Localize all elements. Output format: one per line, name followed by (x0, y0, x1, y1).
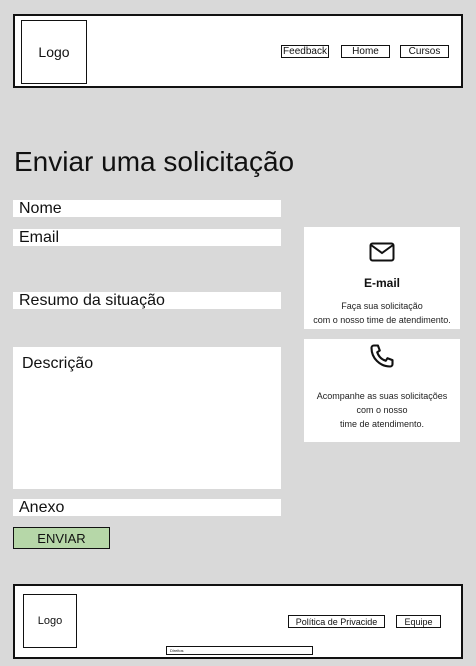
descricao-textarea[interactable]: Descrição (13, 347, 281, 489)
email-card-heading: E-mail (363, 276, 400, 290)
email-field[interactable]: Email (13, 229, 281, 246)
nav-cursos-button[interactable]: Cursos (400, 45, 449, 58)
nav-feedback-button[interactable]: Feedback (281, 45, 329, 58)
rights-text: Direitos (166, 646, 313, 655)
site-footer: Logo Política de Privacide Equipe Direit… (13, 584, 463, 659)
email-card-text: Faça sua solicitação com o nosso time de… (313, 301, 451, 325)
header-logo[interactable]: Logo (21, 20, 87, 84)
site-header: Logo Feedback Home Cursos (13, 14, 463, 88)
phone-contact-card[interactable]: Acompanhe as suas solicitações com o nos… (304, 339, 460, 442)
resumo-field[interactable]: Resumo da situação (13, 292, 281, 309)
email-contact-card[interactable]: E-mail Faça sua solicitação com o nosso … (304, 227, 460, 329)
nome-field[interactable]: Nome (13, 200, 281, 217)
page-title: Enviar uma solicitação (14, 146, 295, 177)
nav-home-button[interactable]: Home (341, 45, 390, 58)
privacy-policy-link[interactable]: Política de Privacide (288, 615, 385, 628)
mail-icon (369, 242, 395, 267)
phone-icon (368, 342, 396, 375)
phone-card-text: Acompanhe as suas solicitações com o nos… (316, 391, 448, 429)
team-link[interactable]: Equipe (396, 615, 441, 628)
anexo-field[interactable]: Anexo (13, 499, 281, 516)
submit-button[interactable]: ENVIAR (13, 527, 110, 549)
footer-logo[interactable]: Logo (23, 594, 77, 648)
